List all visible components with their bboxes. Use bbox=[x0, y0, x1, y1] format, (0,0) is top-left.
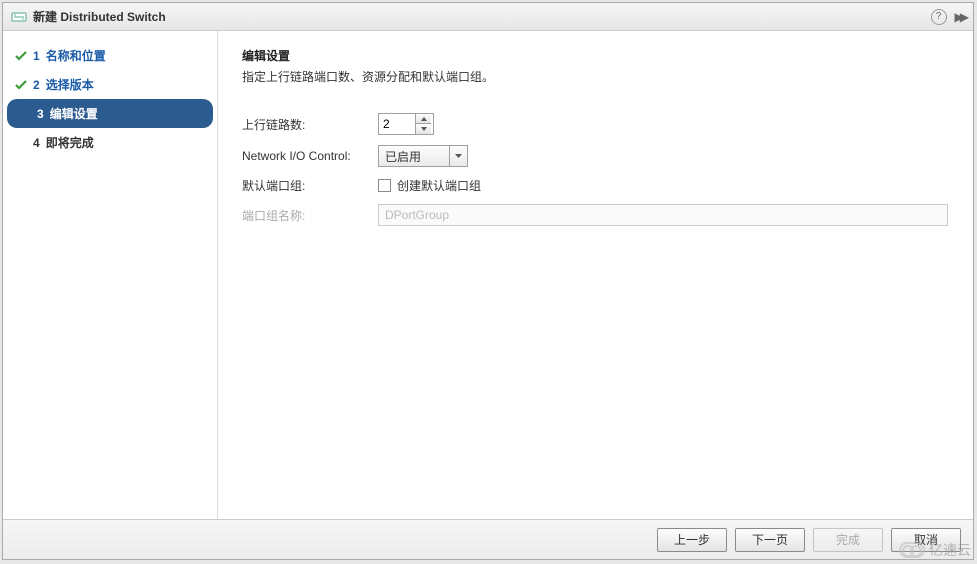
wizard-dialog: 新建 Distributed Switch ? ▶▶ 1 名称和位置 2 选择版… bbox=[2, 2, 974, 560]
help-icon[interactable]: ? bbox=[931, 9, 947, 25]
row-default-portgroup: 默认端口组: 创建默认端口组 bbox=[242, 177, 949, 194]
step-select-version[interactable]: 2 选择版本 bbox=[3, 70, 217, 99]
step-label: 选择版本 bbox=[46, 76, 94, 93]
spinner-up-button[interactable] bbox=[416, 114, 431, 124]
step-number: 2 bbox=[33, 78, 40, 92]
dswitch-icon bbox=[11, 9, 27, 25]
expand-icon[interactable]: ▶▶ bbox=[955, 10, 965, 24]
spinner-buttons bbox=[415, 114, 431, 134]
step-label: 即将完成 bbox=[46, 134, 94, 151]
row-portgroup-name: 端口组名称: bbox=[242, 204, 949, 226]
panel-heading: 编辑设置 bbox=[242, 47, 949, 64]
uplinks-spinner[interactable] bbox=[378, 113, 434, 135]
pg-name-label: 端口组名称: bbox=[242, 207, 378, 224]
step-number: 4 bbox=[33, 136, 40, 150]
dropdown-arrow-icon bbox=[449, 146, 467, 166]
back-button[interactable]: 上一步 bbox=[657, 528, 727, 552]
cancel-button[interactable]: 取消 bbox=[891, 528, 961, 552]
titlebar-right: ? ▶▶ bbox=[931, 9, 965, 25]
default-pg-checkbox-label: 创建默认端口组 bbox=[397, 177, 481, 194]
pg-name-input bbox=[378, 204, 948, 226]
step-number: 1 bbox=[33, 49, 40, 63]
check-icon bbox=[13, 77, 29, 93]
step-label: 编辑设置 bbox=[50, 105, 98, 122]
nioc-select[interactable]: 已启用 bbox=[378, 145, 468, 167]
main-panel: 编辑设置 指定上行链路端口数、资源分配和默认端口组。 上行链路数: bbox=[218, 31, 973, 519]
panel-subheading: 指定上行链路端口数、资源分配和默认端口组。 bbox=[242, 68, 949, 85]
step-label: 名称和位置 bbox=[46, 47, 106, 64]
check-icon bbox=[13, 48, 29, 64]
row-nioc: Network I/O Control: 已启用 bbox=[242, 145, 949, 167]
steps-sidebar: 1 名称和位置 2 选择版本 3 编辑设置 4 即将完成 bbox=[3, 31, 218, 519]
nioc-label: Network I/O Control: bbox=[242, 149, 378, 163]
row-uplinks: 上行链路数: bbox=[242, 113, 949, 135]
default-pg-label: 默认端口组: bbox=[242, 177, 378, 194]
step-edit-settings[interactable]: 3 编辑设置 bbox=[7, 99, 213, 128]
footer: 上一步 下一页 完成 取消 bbox=[3, 519, 973, 559]
finish-button: 完成 bbox=[813, 528, 883, 552]
step-name-location[interactable]: 1 名称和位置 bbox=[3, 41, 217, 70]
uplinks-label: 上行链路数: bbox=[242, 116, 378, 133]
dialog-title: 新建 Distributed Switch bbox=[33, 8, 166, 25]
nioc-value: 已启用 bbox=[379, 148, 449, 165]
step-ready-complete[interactable]: 4 即将完成 bbox=[3, 128, 217, 157]
spinner-down-button[interactable] bbox=[416, 124, 431, 134]
uplinks-input[interactable] bbox=[379, 114, 415, 134]
content-area: 1 名称和位置 2 选择版本 3 编辑设置 4 即将完成 编辑 bbox=[3, 31, 973, 519]
default-pg-checkbox[interactable] bbox=[378, 179, 391, 192]
titlebar: 新建 Distributed Switch ? ▶▶ bbox=[3, 3, 973, 31]
step-number: 3 bbox=[37, 107, 44, 121]
next-button[interactable]: 下一页 bbox=[735, 528, 805, 552]
